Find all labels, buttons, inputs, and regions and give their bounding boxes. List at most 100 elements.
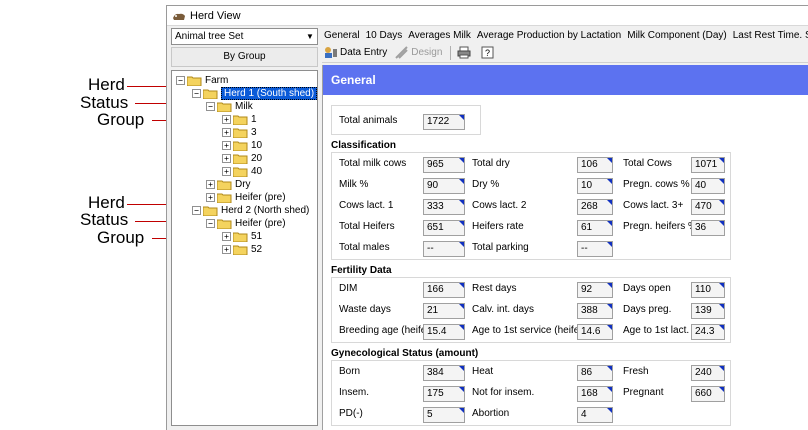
tab-milk-component[interactable]: Milk Component (Day)	[627, 30, 726, 41]
folder-open-icon	[217, 102, 232, 112]
folder-open-icon	[203, 206, 218, 216]
title-bar: Herd View	[167, 6, 808, 26]
by-group-button[interactable]: By Group	[171, 47, 318, 67]
design-icon	[395, 46, 408, 59]
folder-icon	[187, 76, 202, 86]
collapse-icon[interactable]: −	[206, 102, 215, 111]
tree-node-herd-1[interactable]: − Herd 1 (South shed)	[192, 87, 318, 100]
tree-node-heifer-pre[interactable]: + Heifer (pre)	[206, 191, 286, 204]
field-value: 86	[577, 365, 613, 381]
tree-node-group-3[interactable]: + 3	[222, 126, 257, 139]
tree-node-group-51[interactable]: + 51	[222, 230, 262, 243]
tree-node-heifer-pre-2[interactable]: − Heifer (pre)	[206, 217, 286, 230]
field-label: Rest days	[472, 283, 517, 294]
field-value: --	[577, 241, 613, 257]
help-button[interactable]: ?	[481, 46, 496, 59]
field-label: Heat	[472, 366, 494, 377]
expand-icon[interactable]: +	[222, 167, 231, 176]
field-label: Dry %	[472, 179, 500, 190]
expand-icon[interactable]: +	[222, 141, 231, 150]
page-title: General	[323, 65, 808, 95]
field-value: 240	[691, 365, 725, 381]
tab-10-days[interactable]: 10 Days	[366, 30, 403, 41]
window-title: Herd View	[190, 9, 241, 22]
folder-icon	[233, 154, 248, 164]
folder-icon	[217, 180, 232, 190]
field-label: Cows lact. 1	[339, 200, 394, 211]
tree-node-dry[interactable]: + Dry	[206, 178, 251, 191]
collapse-icon[interactable]: −	[192, 206, 201, 215]
field-value: 470	[691, 199, 725, 215]
annotation-status-2: Status	[80, 210, 129, 229]
tab-last-rest-time[interactable]: Last Rest Time. Session 5	[733, 30, 808, 41]
field-label: Calv. int. days	[472, 304, 535, 315]
tab-averages-milk[interactable]: Averages Milk	[408, 30, 471, 41]
folder-icon	[233, 245, 248, 255]
expand-icon[interactable]: +	[206, 180, 215, 189]
toolbar-separator	[450, 45, 452, 60]
tree-set-combo[interactable]: Animal tree Set ▼	[171, 28, 318, 45]
expand-icon[interactable]: +	[222, 245, 231, 254]
annotation-group-2: Group	[97, 228, 145, 247]
field-label: Total parking	[472, 242, 529, 253]
field-label: Pregn. heifers %	[623, 221, 697, 232]
field-value: 651	[423, 220, 465, 236]
expand-icon[interactable]: +	[222, 128, 231, 137]
field-label: Age to 1st service (heifer)	[472, 325, 586, 336]
tree-node-group-40[interactable]: + 40	[222, 165, 262, 178]
classification-title: Classification	[331, 140, 397, 151]
field-label: Age to 1st lact.	[623, 325, 690, 336]
expand-icon[interactable]: +	[222, 232, 231, 241]
field-label: Milk %	[339, 179, 369, 190]
field-label: DIM	[339, 283, 358, 294]
collapse-icon[interactable]: −	[206, 219, 215, 228]
folder-icon	[233, 141, 248, 151]
tree-node-group-1[interactable]: + 1	[222, 113, 257, 126]
tree-node-group-10[interactable]: + 10	[222, 139, 262, 152]
tree-node-farm[interactable]: − Farm	[176, 74, 228, 87]
print-button[interactable]	[457, 46, 473, 59]
folder-icon	[233, 128, 248, 138]
tab-average-production[interactable]: Average Production by Lactation	[477, 30, 621, 41]
field-label: Days preg.	[623, 304, 672, 315]
field-label: Abortion	[472, 408, 510, 419]
svg-text:?: ?	[485, 48, 490, 58]
field-value: 1071	[691, 157, 725, 173]
design-button[interactable]: Design	[395, 46, 442, 59]
tree-node-group-20[interactable]: + 20	[222, 152, 262, 165]
field-label: Total males	[339, 242, 390, 253]
fertility-title: Fertility Data	[331, 265, 392, 276]
tree-node-milk[interactable]: − Milk	[206, 100, 253, 113]
tab-general[interactable]: General	[324, 30, 360, 41]
field-label: Total Cows	[623, 158, 672, 169]
folder-icon	[233, 167, 248, 177]
field-label: Total Heifers	[339, 221, 395, 232]
toolbar: Data Entry Design ?	[322, 43, 808, 63]
field-value: 168	[577, 386, 613, 402]
total-animals-label: Total animals	[339, 115, 398, 126]
expand-icon[interactable]: +	[222, 115, 231, 124]
data-entry-icon	[325, 47, 337, 58]
field-value: 384	[423, 365, 465, 381]
field-label: Not for insem.	[472, 387, 535, 398]
field-value: 10	[577, 178, 613, 194]
field-label: Fresh	[623, 366, 649, 377]
field-label: Cows lact. 2	[472, 200, 527, 211]
folder-icon	[217, 193, 232, 203]
field-value: 61	[577, 220, 613, 236]
field-value: 5	[423, 407, 465, 423]
tree-set-value: Animal tree Set	[175, 31, 244, 42]
expand-icon[interactable]: +	[222, 154, 231, 163]
tree-node-herd-2[interactable]: − Herd 2 (North shed)	[192, 204, 309, 217]
collapse-icon[interactable]: −	[192, 89, 201, 98]
field-value: 90	[423, 178, 465, 194]
total-animals-value: 1722	[423, 114, 465, 130]
field-value: 388	[577, 303, 613, 319]
tree-node-group-52[interactable]: + 52	[222, 243, 262, 256]
data-entry-button[interactable]: Data Entry	[324, 46, 387, 59]
collapse-icon[interactable]: −	[176, 76, 185, 85]
field-value: 110	[691, 282, 725, 298]
expand-icon[interactable]: +	[206, 193, 215, 202]
chevron-down-icon[interactable]: ▼	[303, 29, 317, 44]
animal-tree: − Farm − Herd 1 (South shed) − Milk + 1 …	[171, 70, 318, 426]
